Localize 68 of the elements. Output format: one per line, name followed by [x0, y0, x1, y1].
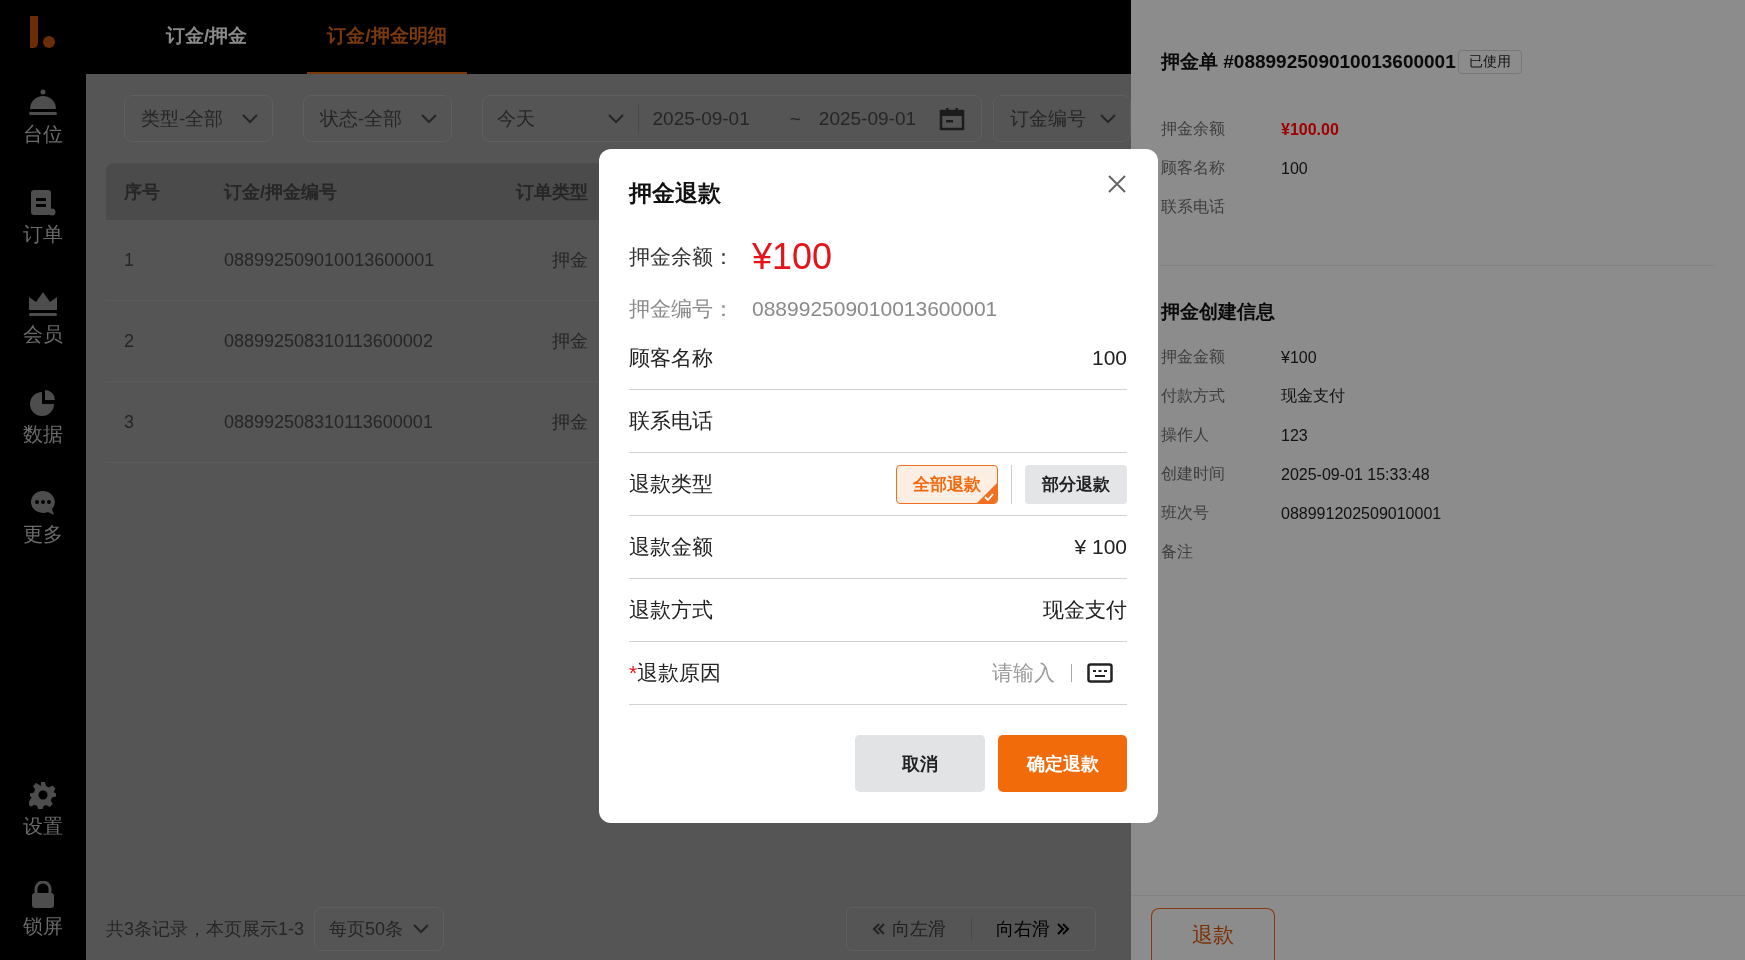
sidebar-item[interactable]: 会员 [0, 268, 86, 368]
logo-icon [28, 14, 58, 50]
balance-label: 押金余额： [629, 244, 735, 270]
calendar-icon [939, 106, 965, 131]
cloche-icon [28, 88, 58, 117]
section-title: 押金创建信息 [1161, 300, 1276, 324]
refund-type-option[interactable]: 部分退款 [1025, 464, 1127, 504]
field-label: 联系电话 [629, 408, 713, 434]
double-chevron-left-icon [871, 923, 886, 935]
chevron-down-icon [1100, 113, 1116, 124]
keyboard-icon [1087, 663, 1113, 683]
field-label: 押金金额 [1161, 347, 1226, 367]
pie-chart-icon [29, 388, 57, 417]
field-label: 创建时间 [1161, 464, 1226, 484]
date-separator: ~ [789, 107, 801, 130]
tab[interactable]: 订金/押金 [146, 0, 268, 74]
cancel-button[interactable]: 取消 [855, 735, 985, 792]
chat-bubble-icon [29, 488, 57, 517]
sidebar-item[interactable]: 订单 [0, 168, 86, 268]
deposit-number: 088992509010013600001 [752, 297, 998, 321]
field-label: 退款金额 [629, 534, 713, 560]
status-badge: 已使用 [1457, 50, 1522, 74]
field-label: 押金余额 [1161, 119, 1226, 139]
lock-icon [30, 880, 56, 909]
settings-icon [29, 780, 57, 809]
double-chevron-right-icon [1056, 923, 1071, 935]
field-value: 100 [1281, 159, 1308, 178]
balance-amount: ¥100 [752, 236, 833, 278]
sidebar-item[interactable]: 台位 [0, 68, 86, 168]
chevron-down-icon [413, 924, 430, 934]
field-label: 联系电话 [1161, 197, 1226, 217]
refund-button[interactable]: 退款 [1151, 908, 1275, 960]
field-label: 顾客名称 [629, 345, 713, 371]
sidebar-item[interactable]: 数据 [0, 368, 86, 468]
refund-type-option[interactable]: 全部退款 [896, 464, 998, 504]
field-value: 现金支付 [1281, 386, 1345, 406]
sidebar-item[interactable]: 更多 [0, 468, 86, 568]
field-label: 退款方式 [629, 597, 713, 623]
detail-title: 押金单 #088992509010013600001 [1161, 50, 1456, 74]
field-label: 班次号 [1161, 503, 1210, 523]
tab[interactable]: 订金/押金明细 [307, 0, 467, 74]
sidebar-item[interactable]: 设置 [0, 760, 86, 860]
chevron-down-icon [607, 113, 624, 124]
field-value: ¥100.00 [1281, 120, 1339, 139]
field-value: 2025-09-01 15:33:48 [1281, 465, 1430, 484]
field-label: *退款原因 [629, 660, 722, 686]
field-value: 088991202509010001 [1281, 504, 1442, 523]
chevron-down-icon [241, 113, 258, 124]
deposit-number-label: 押金编号： [629, 296, 735, 322]
sidebar-item[interactable]: 锁屏 [0, 860, 86, 960]
field-label: 退款类型 [629, 471, 713, 497]
field-label: 付款方式 [1161, 386, 1226, 406]
document-icon [30, 188, 56, 217]
dialog-title: 押金退款 [629, 178, 721, 208]
confirm-refund-button[interactable]: 确定退款 [998, 735, 1127, 792]
field-label: 操作人 [1161, 425, 1210, 445]
field-label: 备注 [1161, 542, 1194, 562]
field-value: 现金支付 [1043, 597, 1127, 623]
field-label: 顾客名称 [1161, 158, 1226, 178]
field-value: ¥ 100 [1074, 535, 1127, 559]
field-value: ¥100 [1281, 348, 1317, 367]
field-value: 123 [1281, 426, 1308, 445]
field-value: 100 [1091, 346, 1127, 370]
reason-input[interactable]: 请输入 [915, 661, 1055, 685]
close-button[interactable] [1107, 174, 1127, 194]
chevron-down-icon [420, 113, 437, 124]
close-icon [1107, 174, 1127, 194]
next-button[interactable]: 向右滑 [970, 917, 1095, 941]
